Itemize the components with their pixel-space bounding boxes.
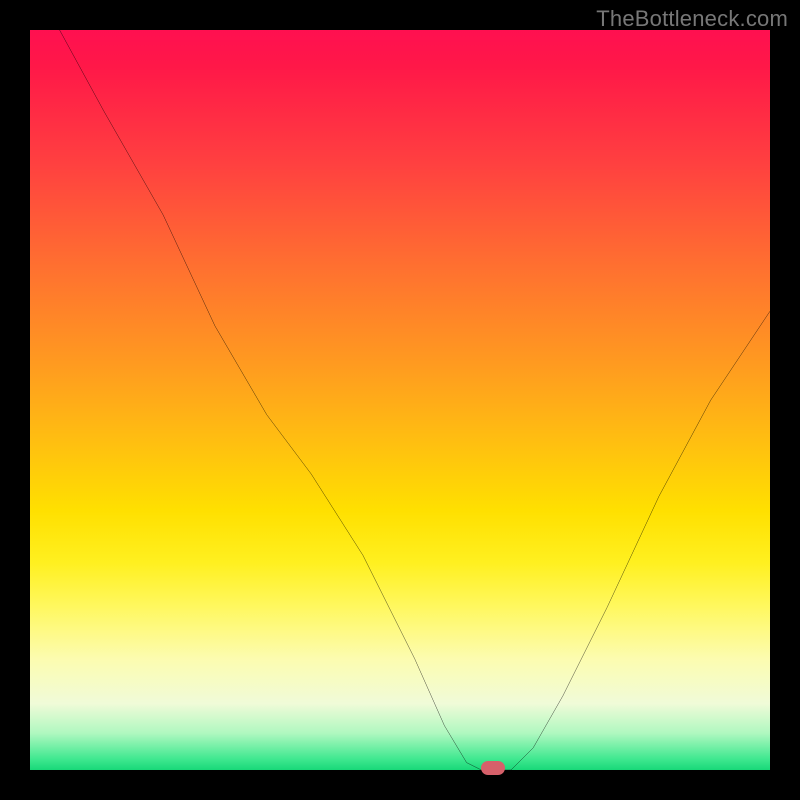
plot-area	[30, 30, 770, 770]
bottleneck-curve	[30, 30, 770, 770]
watermark-label: TheBottleneck.com	[596, 6, 788, 32]
optimal-marker	[481, 761, 505, 775]
